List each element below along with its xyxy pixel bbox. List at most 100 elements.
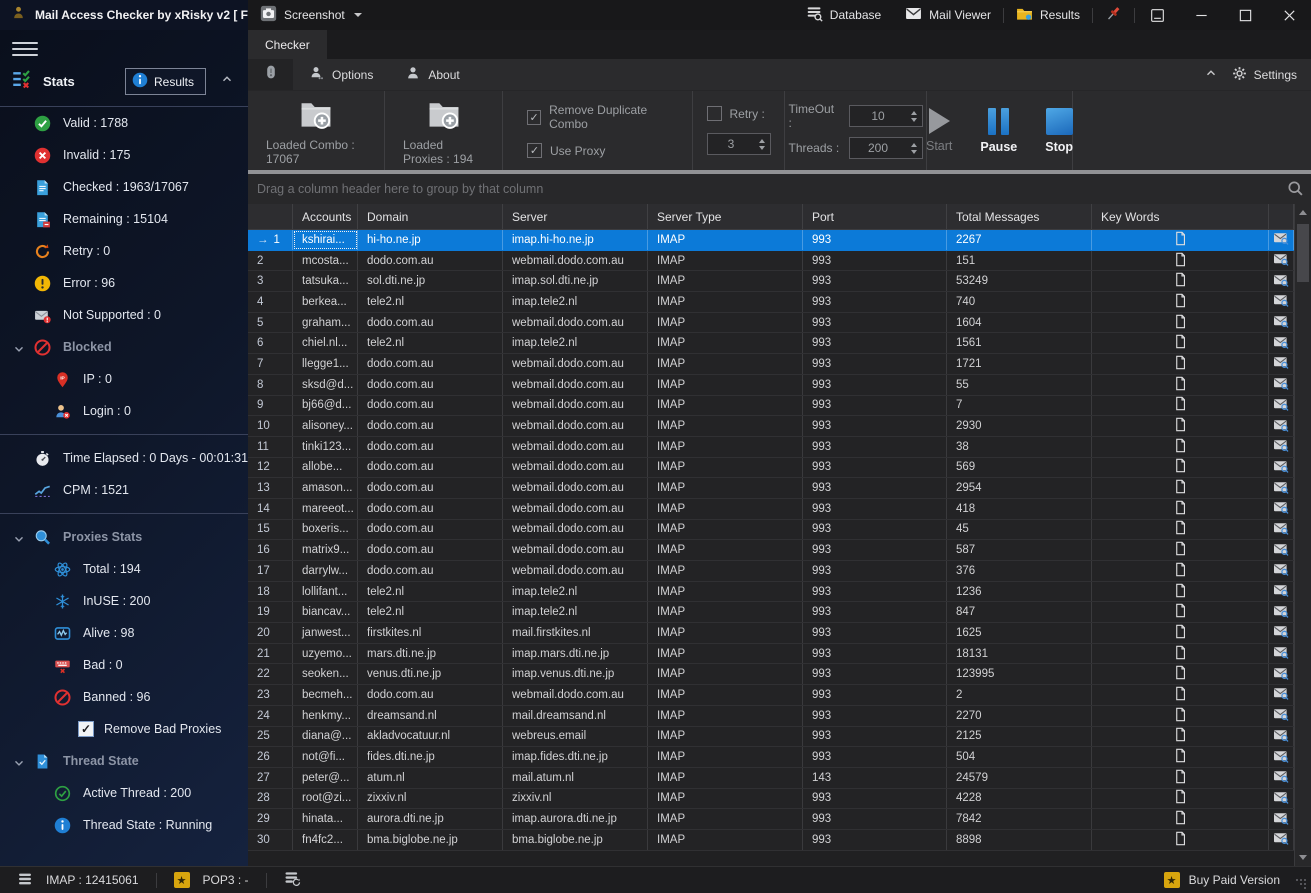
port-cell[interactable]: 993: [803, 561, 947, 581]
table-row[interactable]: 16matrix9...dodo.com.auwebmail.dodo.com.…: [248, 540, 1294, 561]
port-cell[interactable]: 993: [803, 706, 947, 726]
total-messages-cell[interactable]: 1604: [947, 313, 1092, 333]
resize-grip[interactable]: [1296, 879, 1306, 893]
table-row[interactable]: 8sksd@d...dodo.com.auwebmail.dodo.com.au…: [248, 375, 1294, 396]
domain-cell[interactable]: dodo.com.au: [358, 354, 503, 374]
table-row[interactable]: 19biancav...tele2.nlimap.tele2.nlIMAP993…: [248, 602, 1294, 623]
dock-window-button[interactable]: [1135, 0, 1179, 30]
use-proxy-checkbox[interactable]: ✓ Use Proxy: [527, 143, 680, 158]
account-cell[interactable]: llegge1...: [293, 354, 358, 374]
keywords-cell[interactable]: [1092, 354, 1269, 374]
port-cell[interactable]: 993: [803, 685, 947, 705]
domain-cell[interactable]: dodo.com.au: [358, 478, 503, 498]
account-cell[interactable]: sksd@d...: [293, 375, 358, 395]
server-cell[interactable]: webreus.email: [503, 727, 648, 747]
server-cell[interactable]: mail.firstkites.nl: [503, 623, 648, 643]
port-cell[interactable]: 993: [803, 789, 947, 809]
server-cell[interactable]: webmail.dodo.com.au: [503, 520, 648, 540]
open-mail-viewer-cell[interactable]: [1269, 251, 1294, 271]
column-header-total-messages[interactable]: Total Messages: [947, 204, 1092, 229]
open-mail-viewer-cell[interactable]: [1269, 830, 1294, 850]
keywords-cell[interactable]: [1092, 437, 1269, 457]
domain-cell[interactable]: dodo.com.au: [358, 458, 503, 478]
open-mail-viewer-cell[interactable]: [1269, 292, 1294, 312]
open-mail-viewer-cell[interactable]: [1269, 271, 1294, 291]
server-cell[interactable]: bma.biglobe.ne.jp: [503, 830, 648, 850]
domain-cell[interactable]: venus.dti.ne.jp: [358, 664, 503, 684]
domain-cell[interactable]: tele2.nl: [358, 582, 503, 602]
total-messages-cell[interactable]: 2125: [947, 727, 1092, 747]
open-mail-viewer-cell[interactable]: [1269, 685, 1294, 705]
table-row[interactable]: 21uzyemo...mars.dti.ne.jpimap.mars.dti.n…: [248, 644, 1294, 665]
account-cell[interactable]: lollifant...: [293, 582, 358, 602]
table-row[interactable]: 30fn4fc2...bma.biglobe.ne.jpbma.biglobe.…: [248, 830, 1294, 851]
domain-cell[interactable]: atum.nl: [358, 768, 503, 788]
domain-cell[interactable]: dodo.com.au: [358, 685, 503, 705]
open-mail-viewer-cell[interactable]: [1269, 437, 1294, 457]
total-messages-cell[interactable]: 2954: [947, 478, 1092, 498]
domain-cell[interactable]: dodo.com.au: [358, 499, 503, 519]
port-cell[interactable]: 993: [803, 747, 947, 767]
keywords-cell[interactable]: [1092, 561, 1269, 581]
table-row[interactable]: 4berkea...tele2.nlimap.tele2.nlIMAP99374…: [248, 292, 1294, 313]
table-row[interactable]: 26not@fi...fides.dti.ne.jpimap.fides.dti…: [248, 747, 1294, 768]
server-cell[interactable]: webmail.dodo.com.au: [503, 375, 648, 395]
server-cell[interactable]: imap.venus.dti.ne.jp: [503, 664, 648, 684]
open-mail-viewer-cell[interactable]: [1269, 458, 1294, 478]
open-mail-viewer-cell[interactable]: [1269, 582, 1294, 602]
port-cell[interactable]: 993: [803, 251, 947, 271]
scroll-down-button[interactable]: [1295, 849, 1311, 866]
chevron-down-icon[interactable]: [12, 532, 26, 549]
total-messages-cell[interactable]: 418: [947, 499, 1092, 519]
account-cell[interactable]: berkea...: [293, 292, 358, 312]
sidebar-results-button[interactable]: Results: [125, 68, 206, 95]
open-mail-viewer-cell[interactable]: [1269, 561, 1294, 581]
total-messages-cell[interactable]: 569: [947, 458, 1092, 478]
port-cell[interactable]: 993: [803, 582, 947, 602]
server-cell[interactable]: imap.aurora.dti.ne.jp: [503, 809, 648, 829]
open-mail-viewer-cell[interactable]: [1269, 499, 1294, 519]
tab-home[interactable]: [248, 59, 293, 90]
buy-paid-button[interactable]: ★ Buy Paid Version: [1147, 867, 1284, 893]
keywords-cell[interactable]: [1092, 375, 1269, 395]
server-cell[interactable]: webmail.dodo.com.au: [503, 416, 648, 436]
tab-checker[interactable]: Checker: [248, 30, 327, 59]
account-cell[interactable]: darrylw...: [293, 561, 358, 581]
account-cell[interactable]: fn4fc2...: [293, 830, 358, 850]
total-messages-cell[interactable]: 1236: [947, 582, 1092, 602]
keywords-cell[interactable]: [1092, 830, 1269, 850]
remove-duplicate-checkbox[interactable]: ✓ Remove Duplicate Combo: [527, 103, 680, 131]
table-row[interactable]: 13amason...dodo.com.auwebmail.dodo.com.a…: [248, 478, 1294, 499]
table-row[interactable]: 7llegge1...dodo.com.auwebmail.dodo.com.a…: [248, 354, 1294, 375]
server-type-cell[interactable]: IMAP: [648, 313, 803, 333]
port-cell[interactable]: 993: [803, 602, 947, 622]
server-type-cell[interactable]: IMAP: [648, 582, 803, 602]
start-button[interactable]: Start: [920, 108, 958, 153]
total-messages-cell[interactable]: 7: [947, 396, 1092, 416]
keywords-cell[interactable]: [1092, 602, 1269, 622]
chevron-down-icon[interactable]: [12, 342, 26, 359]
open-mail-viewer-cell[interactable]: [1269, 809, 1294, 829]
checkbox-checked-icon[interactable]: ✓: [78, 721, 94, 737]
account-cell[interactable]: becmeh...: [293, 685, 358, 705]
retry-stepper[interactable]: 3: [707, 133, 771, 155]
account-cell[interactable]: alisoney...: [293, 416, 358, 436]
total-messages-cell[interactable]: 151: [947, 251, 1092, 271]
server-cell[interactable]: webmail.dodo.com.au: [503, 251, 648, 271]
domain-cell[interactable]: firstkites.nl: [358, 623, 503, 643]
load-combo-button[interactable]: Loaded Combo : 17067: [260, 96, 372, 166]
keywords-cell[interactable]: [1092, 271, 1269, 291]
keywords-cell[interactable]: [1092, 540, 1269, 560]
scrollbar-thumb[interactable]: [1297, 224, 1309, 282]
open-mail-viewer-cell[interactable]: [1269, 313, 1294, 333]
timeout-stepper[interactable]: 10: [849, 105, 923, 127]
total-messages-cell[interactable]: 7842: [947, 809, 1092, 829]
server-type-cell[interactable]: IMAP: [648, 644, 803, 664]
total-messages-cell[interactable]: 740: [947, 292, 1092, 312]
domain-cell[interactable]: tele2.nl: [358, 292, 503, 312]
table-row[interactable]: 27peter@...atum.nlmail.atum.nlIMAP143245…: [248, 768, 1294, 789]
scroll-up-button[interactable]: [1295, 204, 1311, 221]
total-messages-cell[interactable]: 847: [947, 602, 1092, 622]
table-row[interactable]: →1kshirai...hi-ho.ne.jpimap.hi-ho.ne.jpI…: [248, 230, 1294, 251]
tab-options[interactable]: Options: [293, 59, 389, 90]
